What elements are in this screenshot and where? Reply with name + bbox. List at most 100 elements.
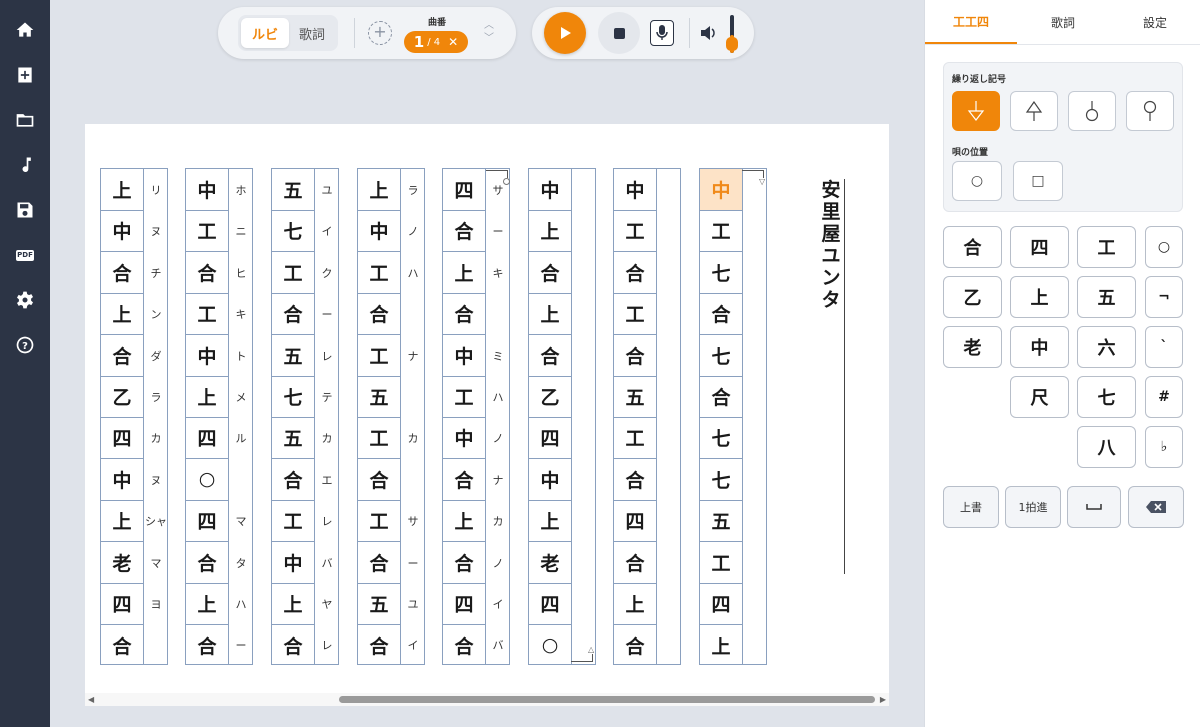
note-cell[interactable]: 合: [614, 335, 656, 377]
play-button[interactable]: [544, 12, 586, 54]
note-cell[interactable]: ○: [186, 459, 228, 501]
volume-knob[interactable]: [726, 37, 738, 51]
note-key[interactable]: 五: [1077, 276, 1136, 318]
pdf-icon[interactable]: PDF: [0, 240, 50, 270]
note-cell[interactable]: 上: [186, 376, 228, 418]
folder-icon[interactable]: [0, 105, 50, 135]
note-cell[interactable]: 工: [700, 542, 742, 584]
home-icon[interactable]: [0, 15, 50, 45]
note-cell[interactable]: 合: [101, 252, 143, 294]
stop-button[interactable]: [598, 12, 640, 54]
space-button[interactable]: [1067, 486, 1121, 528]
note-key[interactable]: 合: [943, 226, 1002, 268]
note-cell[interactable]: 合: [358, 624, 400, 666]
note-cell[interactable]: 四: [443, 583, 485, 625]
note-cell[interactable]: 上: [101, 169, 143, 211]
note-cell[interactable]: 上: [529, 210, 571, 253]
repeat-up-button[interactable]: [1010, 91, 1058, 131]
note-cell[interactable]: 中: [101, 459, 143, 501]
note-key[interactable]: 尺: [1010, 376, 1069, 418]
note-cell[interactable]: 合: [443, 542, 485, 584]
note-cell[interactable]: 乙: [101, 376, 143, 418]
note-cell[interactable]: 中: [700, 169, 742, 211]
note-cell[interactable]: 四: [529, 417, 571, 460]
repeat-circle-top-button[interactable]: [1068, 91, 1116, 131]
note-key[interactable]: 中: [1010, 326, 1069, 368]
note-cell[interactable]: 合: [529, 252, 571, 294]
note-cell[interactable]: 中: [614, 169, 656, 211]
note-key[interactable]: 工: [1077, 226, 1136, 268]
volume-slider[interactable]: [726, 15, 738, 53]
note-cell[interactable]: 上: [529, 293, 571, 336]
note-cell[interactable]: 合: [358, 542, 400, 584]
note-cell[interactable]: 上: [700, 624, 742, 666]
ruby-mode-button[interactable]: ルビ: [241, 18, 289, 48]
note-cell[interactable]: 工: [443, 376, 485, 418]
scroll-right-icon[interactable]: ▶: [880, 693, 886, 706]
note-cell[interactable]: 合: [272, 293, 314, 336]
note-key[interactable]: ¬: [1145, 276, 1183, 318]
save-icon[interactable]: [0, 195, 50, 225]
note-cell[interactable]: 工: [614, 417, 656, 460]
note-key[interactable]: 老: [943, 326, 1002, 368]
scroll-left-icon[interactable]: ◀: [88, 693, 94, 706]
repeat-down-button[interactable]: [952, 91, 1000, 131]
note-cell[interactable]: 七: [272, 376, 314, 418]
microphone-button[interactable]: [650, 20, 674, 46]
note-cell[interactable]: 上: [101, 500, 143, 543]
note-cell[interactable]: 五: [614, 376, 656, 418]
overwrite-button[interactable]: 上書: [943, 486, 999, 528]
song-number-badge[interactable]: 1 / 4 ✕: [404, 31, 468, 53]
chevron-up-icon[interactable]: ︿: [482, 19, 496, 32]
note-cell[interactable]: 合: [101, 624, 143, 666]
note-cell[interactable]: 七: [700, 335, 742, 377]
note-cell[interactable]: 中: [101, 210, 143, 253]
help-icon[interactable]: ?: [0, 330, 50, 360]
note-key[interactable]: #: [1145, 376, 1183, 418]
backspace-button[interactable]: [1128, 486, 1184, 528]
note-cell[interactable]: 中: [443, 417, 485, 460]
note-cell[interactable]: 上: [186, 583, 228, 625]
note-cell[interactable]: 五: [272, 169, 314, 211]
note-cell[interactable]: 上: [101, 293, 143, 336]
note-cell[interactable]: 合: [186, 624, 228, 666]
note-cell[interactable]: 中: [529, 459, 571, 501]
close-icon[interactable]: ✕: [448, 35, 458, 49]
note-cell[interactable]: 中: [443, 335, 485, 377]
position-square-button[interactable]: □: [1013, 161, 1063, 201]
note-cell[interactable]: ○: [529, 624, 571, 666]
position-circle-button[interactable]: ○: [952, 161, 1002, 201]
note-cell[interactable]: 工: [614, 210, 656, 253]
note-cell[interactable]: 工: [358, 417, 400, 460]
note-cell[interactable]: 老: [101, 542, 143, 584]
note-key[interactable]: ○: [1145, 226, 1183, 268]
note-cell[interactable]: 工: [272, 252, 314, 294]
note-cell[interactable]: 四: [186, 417, 228, 460]
note-cell[interactable]: 乙: [529, 376, 571, 418]
note-cell[interactable]: 合: [700, 376, 742, 418]
note-cell[interactable]: 合: [614, 542, 656, 584]
scrollbar-thumb[interactable]: [339, 696, 875, 703]
volume-icon[interactable]: [700, 23, 718, 43]
note-cell[interactable]: 合: [614, 624, 656, 666]
tab-kunkunshi[interactable]: 工工四: [925, 0, 1017, 44]
note-cell[interactable]: 合: [358, 459, 400, 501]
note-key[interactable]: 乙: [943, 276, 1002, 318]
note-cell[interactable]: 合: [101, 335, 143, 377]
horizontal-scrollbar[interactable]: ◀ ▶: [85, 693, 889, 706]
note-key[interactable]: ♭: [1145, 426, 1183, 468]
tab-settings[interactable]: 設定: [1109, 0, 1200, 44]
note-cell[interactable]: 合: [186, 252, 228, 294]
note-cell[interactable]: 四: [186, 500, 228, 543]
note-cell[interactable]: 中: [358, 210, 400, 253]
music-note-icon[interactable]: [0, 150, 50, 180]
note-cell[interactable]: 合: [443, 624, 485, 666]
note-cell[interactable]: 五: [358, 376, 400, 418]
note-cell[interactable]: 七: [700, 417, 742, 460]
note-cell[interactable]: 工: [358, 500, 400, 543]
note-cell[interactable]: 四: [443, 169, 485, 211]
gear-icon[interactable]: [0, 285, 50, 315]
note-cell[interactable]: 四: [101, 417, 143, 460]
note-cell[interactable]: 上: [443, 252, 485, 294]
note-cell[interactable]: 工: [700, 210, 742, 253]
